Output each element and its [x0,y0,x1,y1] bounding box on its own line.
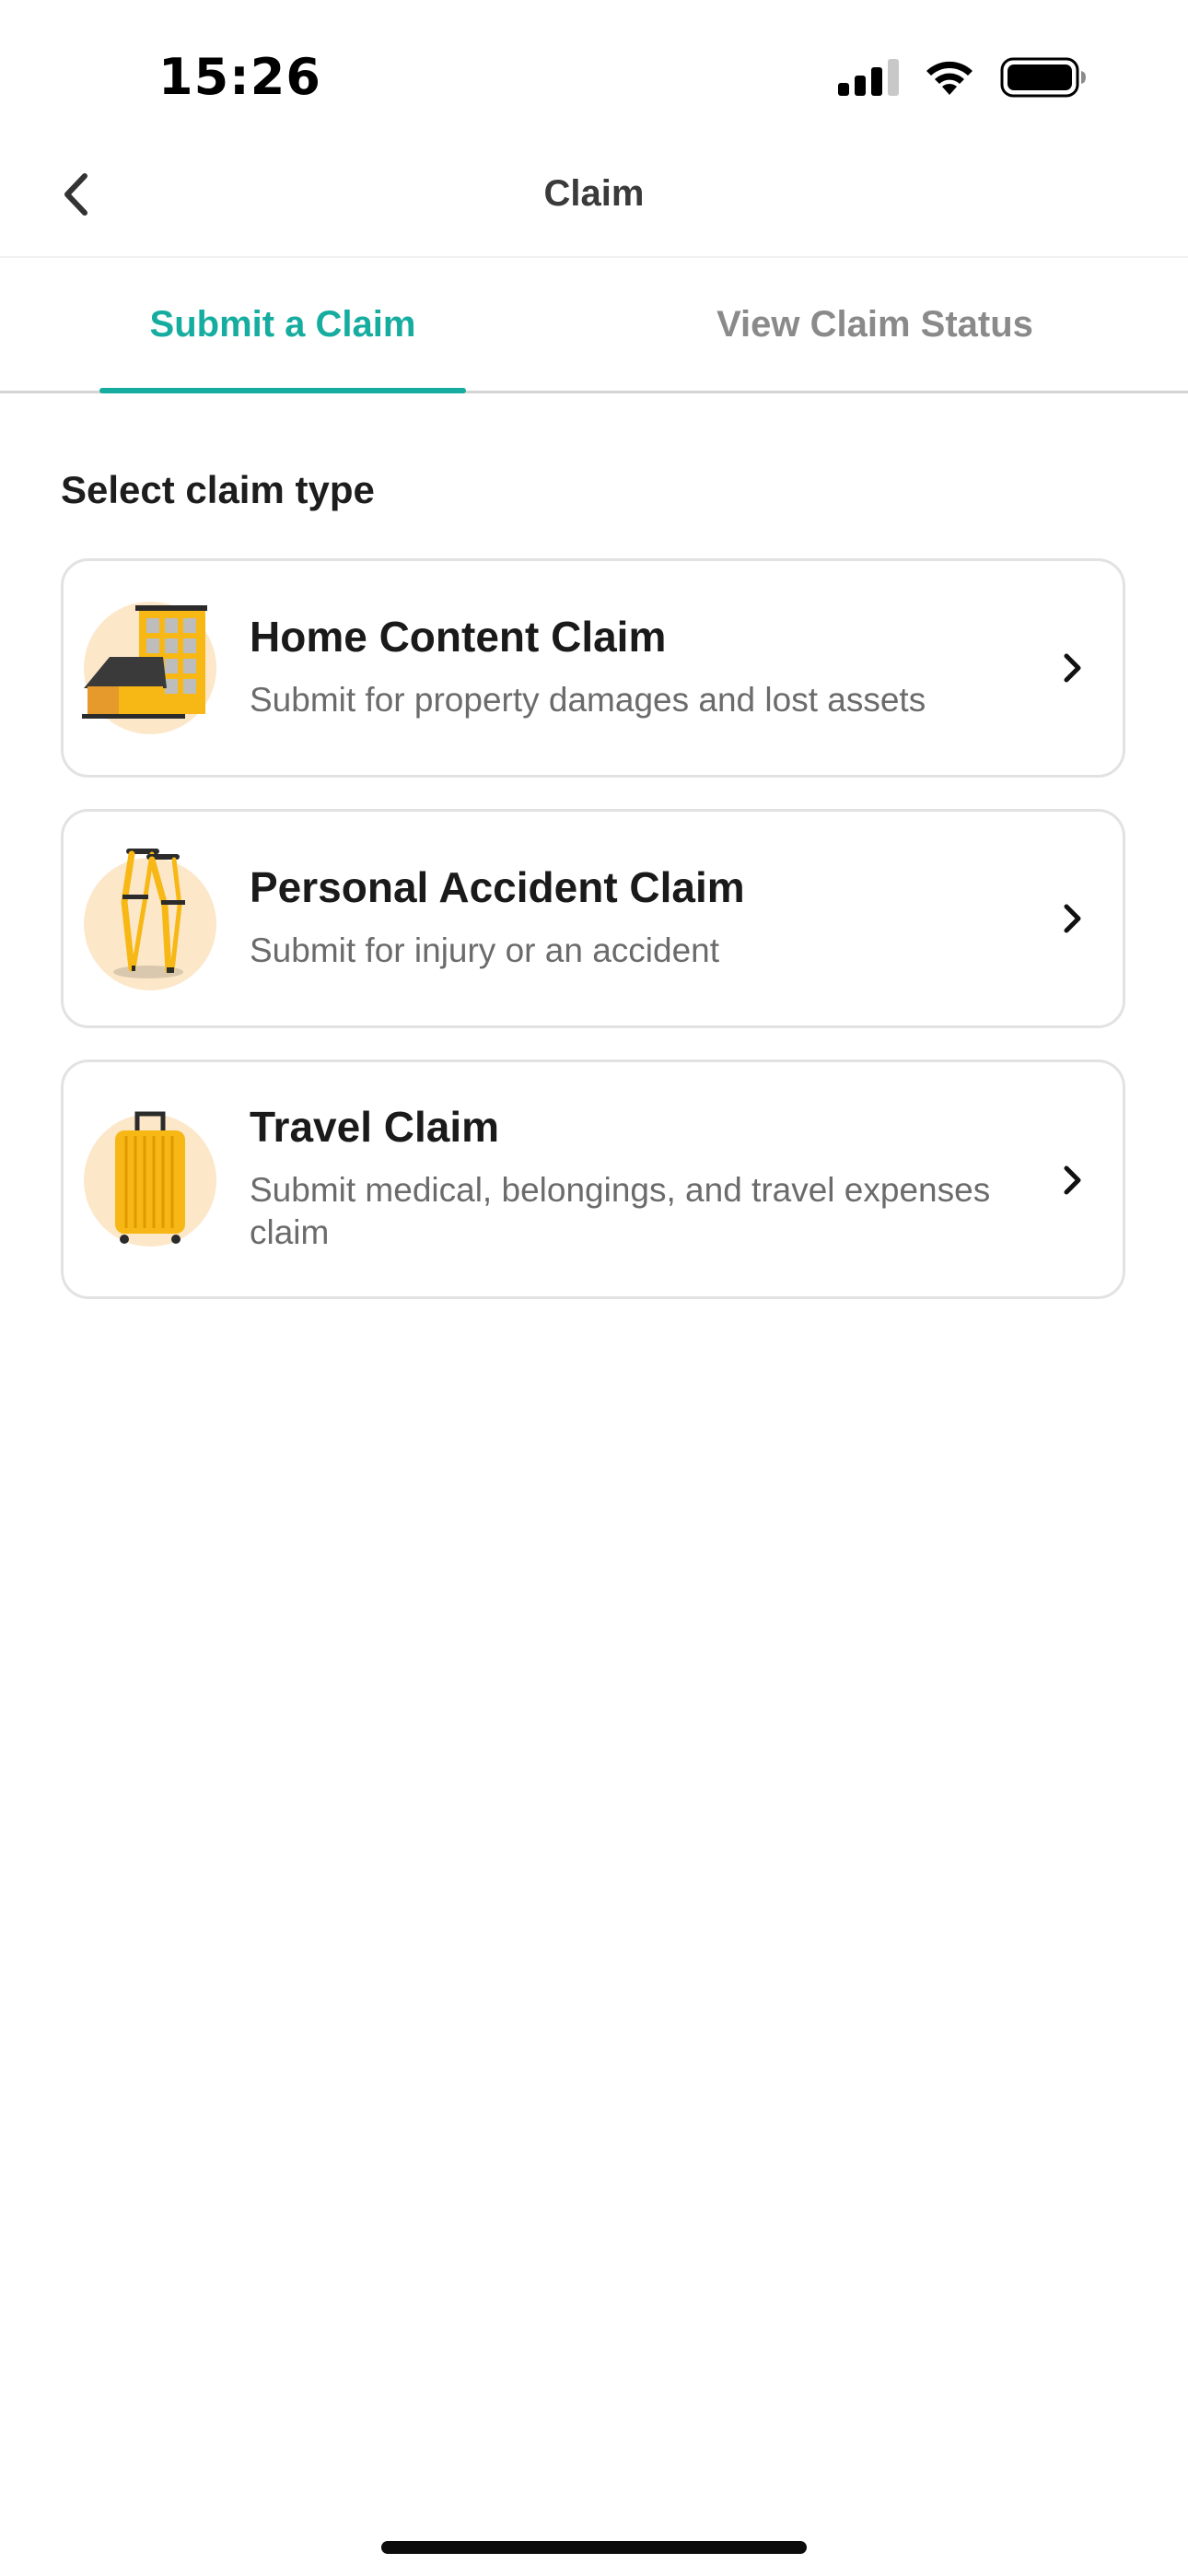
card-title: Travel Claim [250,1103,500,1151]
card-text: Home Content Claim Submit for property d… [250,611,1021,721]
card-title: Personal Accident Claim [250,863,745,911]
card-description: Submit medical, belongings, and travel e… [250,1171,991,1251]
signal-icon [838,58,899,100]
tab-submit-claim[interactable]: Submit a Claim [99,258,466,393]
section-heading: Select claim type [61,468,375,511]
card-text: Personal Accident Claim Submit for injur… [250,861,1021,972]
chevron-right-icon [1054,1162,1091,1199]
wifi-icon [923,58,976,101]
status-icons [838,55,1087,103]
chevron-right-icon [1054,900,1091,937]
home-indicator[interactable] [381,2541,807,2554]
tab-bar: Submit a Claim View Claim Status [0,258,1188,393]
status-bar: 15:26 [0,0,1188,157]
card-description: Submit for injury or an accident [250,931,720,969]
claim-type-card-home-content[interactable]: Home Content Claim Submit for property d… [61,558,1125,778]
battery-icon [1000,57,1087,102]
crutches-illustration [78,847,222,990]
claim-type-card-personal-accident[interactable]: Personal Accident Claim Submit for injur… [61,809,1125,1028]
card-title: Home Content Claim [250,613,667,661]
status-time: 15:26 [158,48,321,106]
page-title: Claim [543,173,645,214]
card-text: Travel Claim Submit medical, belongings,… [250,1101,1021,1254]
claim-type-card-travel[interactable]: Travel Claim Submit medical, belongings,… [61,1060,1125,1299]
house-building-illustration [78,596,222,740]
tab-view-claim-status[interactable]: View Claim Status [700,258,1050,391]
suitcase-illustration [78,1108,222,1252]
nav-bar: Claim [0,157,1188,258]
card-description: Submit for property damages and lost ass… [250,681,926,719]
chevron-right-icon [1054,650,1091,686]
